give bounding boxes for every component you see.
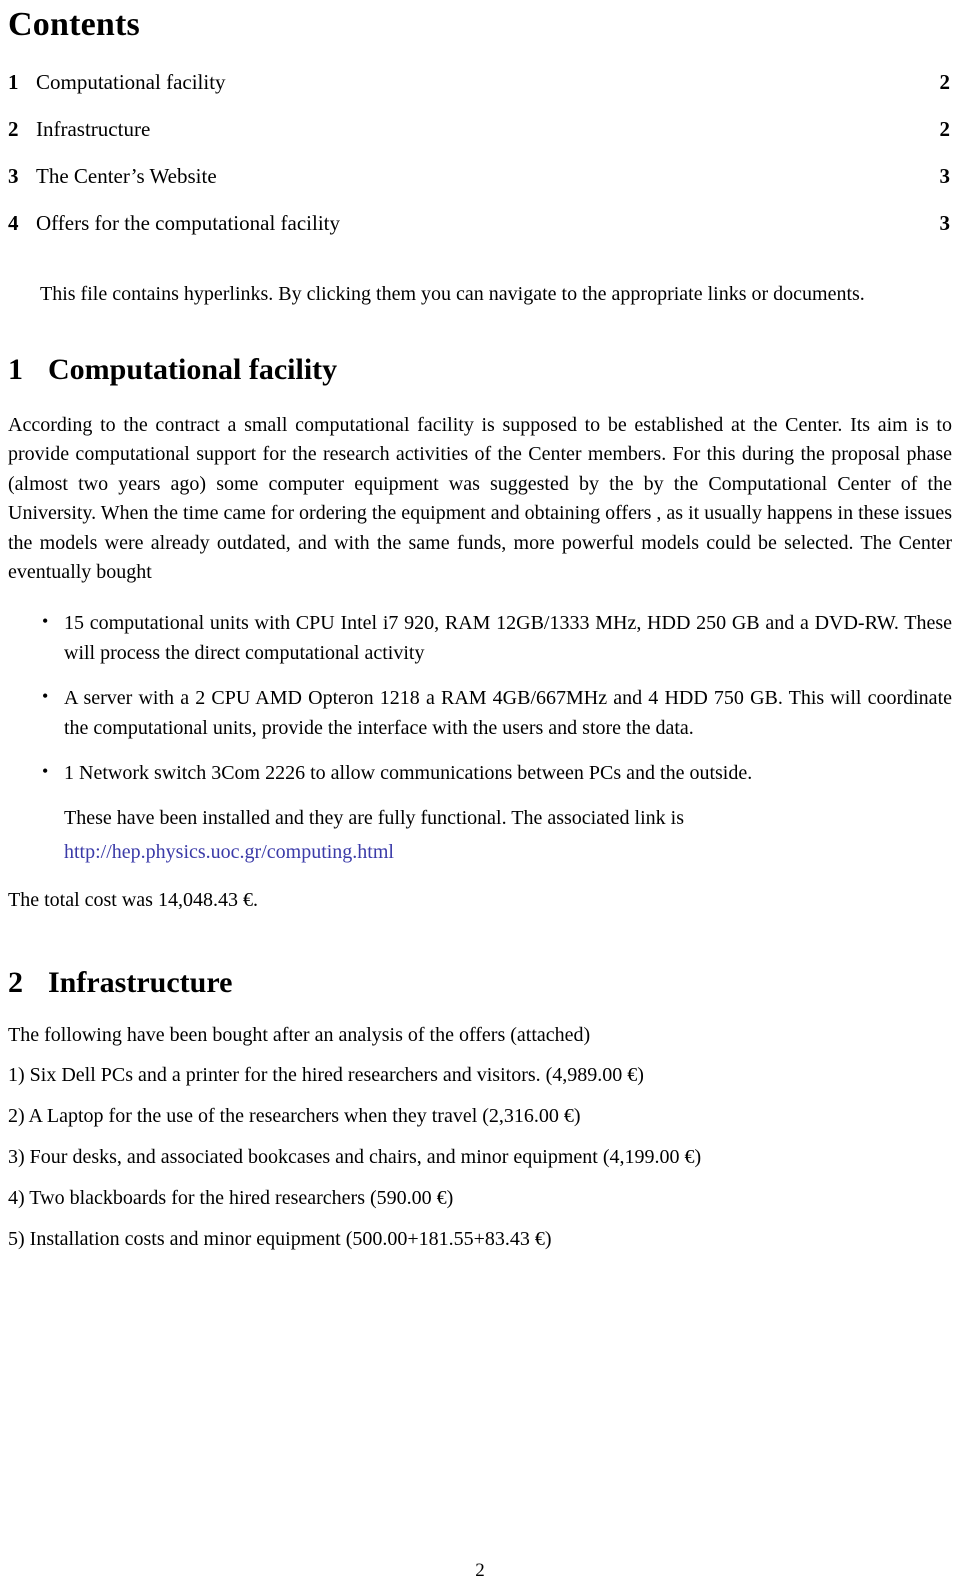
toc-entry[interactable]: 1 Computational facility 2	[8, 70, 952, 95]
section-title: Infrastructure	[48, 966, 233, 1000]
toc-entry-number: 2	[8, 117, 19, 141]
equipment-list: 15 computational units with CPU Intel i7…	[8, 608, 952, 788]
infrastructure-item: 4) Two blackboards for the hired researc…	[8, 1187, 454, 1210]
section-number: 2	[8, 966, 23, 1000]
toc-entry-label: The Center’s Website	[36, 164, 217, 188]
toc-entry-page: 3	[939, 164, 951, 188]
section-heading-computational-facility: 1 Computational facility	[8, 353, 952, 387]
section-title: Computational facility	[48, 353, 338, 386]
toc-entry[interactable]: 2 Infrastructure 2	[8, 117, 952, 142]
list-item: 1 Network switch 3Com 2226 to allow comm…	[8, 758, 952, 788]
list-item: 15 computational units with CPU Intel i7…	[8, 608, 952, 668]
computing-link[interactable]: http://hep.physics.uoc.gr/computing.html	[64, 841, 394, 863]
toc-entry-page: 2	[939, 117, 951, 141]
installed-note: These have been installed and they are f…	[64, 807, 684, 830]
toc-entry-label: Offers for the computational facility	[36, 211, 341, 235]
hyperlink-note-text: This file contains hyperlinks. By clicki…	[40, 283, 865, 305]
section-number: 1	[8, 353, 23, 386]
hyperlink-note: This file contains hyperlinks. By clicki…	[8, 280, 952, 309]
section1-paragraph: According to the contract a small comput…	[8, 414, 952, 583]
table-of-contents: 1 Computational facility 2 2 Infrastruct…	[8, 70, 952, 236]
toc-entry[interactable]: 3 The Center’s Website 3	[8, 164, 952, 189]
document-page: Contents 1 Computational facility 2 2 In…	[0, 0, 960, 1586]
section-heading-infrastructure: 2 Infrastructure	[8, 966, 952, 1000]
infrastructure-item: 1) Six Dell PCs and a printer for the hi…	[8, 1064, 644, 1087]
toc-entry-page: 2	[939, 70, 951, 94]
infrastructure-item: 3) Four desks, and associated bookcases …	[8, 1146, 702, 1169]
toc-entry-number: 3	[8, 164, 19, 188]
toc-entry-number: 1	[8, 70, 19, 94]
infrastructure-intro: The following have been bought after an …	[8, 1024, 591, 1047]
total-cost-text: The total cost was 14,048.43 €.	[8, 889, 258, 912]
toc-entry[interactable]: 4 Offers for the computational facility …	[8, 211, 952, 236]
toc-entry-number: 4	[8, 211, 19, 235]
toc-entry-label: Computational facility	[36, 70, 226, 94]
computing-link-wrapper: http://hep.physics.uoc.gr/computing.html	[8, 838, 952, 867]
infrastructure-item: 2) A Laptop for the use of the researche…	[8, 1105, 581, 1128]
infrastructure-item: 5) Installation costs and minor equipmen…	[8, 1228, 552, 1251]
toc-entry-page: 3	[939, 211, 951, 235]
page-number: 2	[475, 1560, 485, 1581]
toc-entry-label: Infrastructure	[36, 117, 151, 141]
list-item: A server with a 2 CPU AMD Opteron 1218 a…	[8, 683, 952, 743]
page-title: Contents	[8, 6, 140, 43]
